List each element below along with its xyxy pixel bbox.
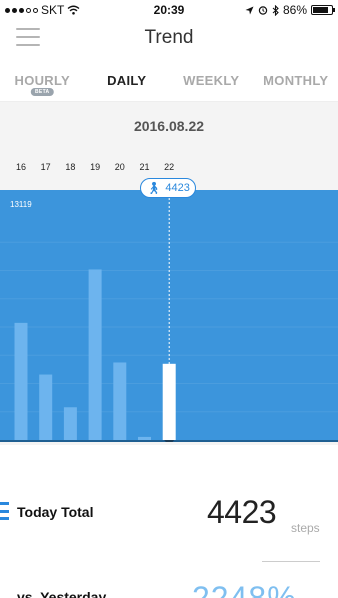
status-right: 86% [245,3,335,17]
day-label[interactable]: 19 [85,162,105,172]
chart-bar[interactable] [138,436,151,440]
day-label[interactable]: 16 [11,162,31,172]
day-labels: 16 17 18 19 20 21 22 [0,162,338,176]
vs-yesterday-label: vs. Yesterday [17,589,107,598]
today-total-unit: steps [291,521,320,535]
tab-monthly[interactable]: MONTHLY [254,64,338,101]
selected-value-tooltip[interactable]: 🚶︎ 4423 [140,178,196,198]
location-arrow-icon [245,6,254,14]
tab-daily-label: DAILY [107,73,147,88]
day-label[interactable]: 18 [60,162,80,172]
tab-daily[interactable]: DAILY [85,64,170,101]
date-title: 2016.08.22 [133,118,205,134]
today-total-value: 4423 [207,494,277,530]
summary-divider [262,561,320,562]
chart-bar[interactable] [39,374,53,440]
tab-monthly-label: MONTHLY [263,73,329,88]
day-label[interactable]: 17 [36,162,56,172]
selection-pointer [164,440,175,442]
status-bar: SKT 20:39 86% [0,0,338,20]
battery-percent: 86% [282,3,307,17]
summary-panel [0,445,338,598]
walking-person-icon: 🚶︎ [146,181,162,195]
day-label[interactable]: 21 [135,162,155,172]
tab-weekly-label: WEEKLY [183,73,240,88]
day-label[interactable]: 20 [110,162,130,172]
bluetooth-icon [272,4,279,16]
page-title: Trend [144,27,194,48]
chart-bar[interactable] [14,322,28,440]
chart-bar[interactable] [63,407,77,440]
daily-steps-chart[interactable]: 13119 [0,190,338,442]
battery-level [313,7,329,13]
period-tabs: HOURLY BETA DAILY WEEKLY MONTHLY [0,64,338,102]
chart-bar[interactable] [88,269,102,440]
list-marker-icon [0,502,9,520]
battery-icon [311,5,335,15]
tab-hourly[interactable]: HOURLY BETA [0,64,85,101]
today-total-label: Today Total [17,504,94,520]
selected-value: 4423 [165,182,190,194]
vs-yesterday-value: 2248% [192,580,297,598]
day-label[interactable]: 22 [159,162,179,172]
alarm-clock-icon [258,6,268,15]
chart-bar[interactable] [113,362,127,440]
tab-weekly[interactable]: WEEKLY [169,64,254,101]
tab-hourly-label: HOURLY [14,73,70,88]
beta-badge: BETA [31,88,54,96]
chart-max-label: 13119 [10,200,32,209]
